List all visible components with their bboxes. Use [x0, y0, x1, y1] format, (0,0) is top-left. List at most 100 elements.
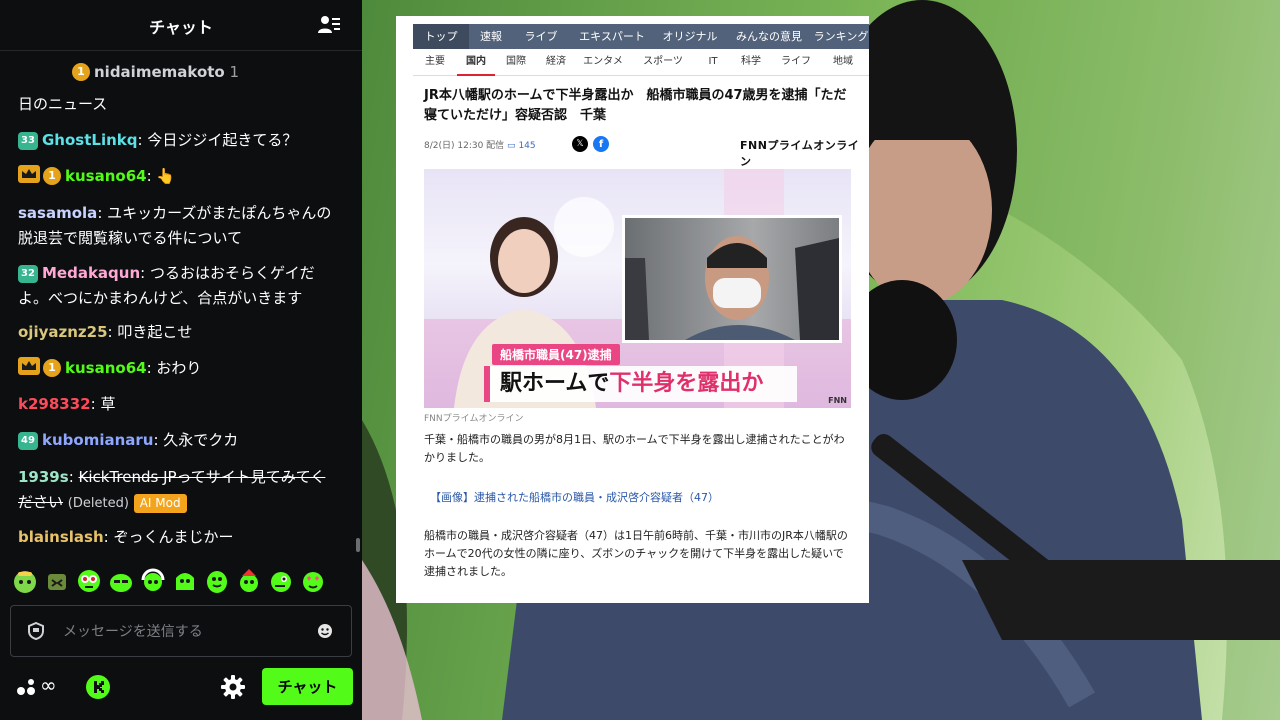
nav-tab-live[interactable]: ライブ — [513, 24, 569, 49]
nav-tab-expert[interactable]: エキスパート — [569, 24, 655, 49]
chat-username[interactable]: GhostLinkq — [42, 131, 138, 149]
chat-message: sasamola: ユキッカーズがまたぽんちゃんの脱退芸で閲覧稼いでる件について — [18, 204, 332, 247]
chat-bottom-bar: ∞ チャット — [0, 662, 362, 712]
crown-badge-icon — [18, 165, 40, 183]
nav-tab-breaking[interactable]: 速報 — [469, 24, 513, 49]
photo-caption-part-b: 下半身を露出か — [609, 371, 764, 396]
comment-icon[interactable]: ▭ — [507, 141, 516, 151]
category-economy[interactable]: 経済 — [537, 50, 575, 74]
emoji-icon[interactable] — [317, 623, 333, 639]
chat-text: 今日ジジイ起きてる？ — [147, 131, 298, 149]
chat-message: 49 kubomianaru: 久永でクカ — [18, 428, 340, 453]
kick-logo-icon[interactable] — [86, 675, 110, 699]
article-date: 8/2(日) 12:30 配信 — [424, 141, 505, 151]
nav-tab-ranking[interactable]: ランキング — [813, 24, 869, 49]
subscriber-badge: 49 — [18, 432, 38, 450]
chat-message: 1939s: KickTrends JPってサイト見てみてください (Delet… — [18, 468, 326, 513]
category-life[interactable]: ライフ — [771, 50, 821, 74]
chat-text: ぞっくんまじかー — [113, 528, 234, 546]
shield-icon[interactable] — [28, 622, 44, 640]
emote-2-icon[interactable] — [44, 568, 70, 594]
chat-panel: チャット 1 nidaimemakoto 1 日のニュース 33 GhostLink… — [0, 0, 362, 720]
gifter-badge: 1 — [43, 359, 61, 377]
chat-message: k298332: 草 — [18, 395, 116, 413]
article-headline[interactable]: JR本八幡駅のホームで下半身露出か 船橋市職員の47歳男を逮捕「ただ寝ていただけ… — [424, 86, 854, 126]
chat-message: 1 nidaimemakoto 1 — [72, 60, 394, 85]
nav-tab-top[interactable]: トップ — [413, 24, 469, 49]
gifter-badge: 1 — [72, 63, 90, 81]
category-domestic[interactable]: 国内 — [457, 50, 495, 76]
image-link[interactable]: 【画像】逮捕された船橋市の職員・成沢啓介容疑者（47） — [430, 489, 719, 505]
suspect-photo — [622, 215, 842, 343]
chat-username[interactable]: 1939s — [18, 468, 69, 486]
category-sports[interactable]: スポーツ — [631, 50, 695, 74]
article-meta: 8/2(日) 12:30 配信 ▭ 145 — [424, 138, 536, 154]
emote-1-icon[interactable] — [12, 568, 38, 594]
photo-caption-big: 駅ホームで下半身を露出か — [484, 366, 797, 402]
category-main[interactable]: 主要 — [413, 50, 457, 74]
photo-credit: FNNプライムオンライン — [424, 414, 524, 424]
article-photo[interactable]: 船橋市職員(47)逮捕 駅ホームで下半身を露出か FNN — [424, 169, 851, 408]
subscriber-badge: 32 — [18, 265, 38, 283]
chat-text: 久永でクカ — [163, 431, 239, 449]
deleted-label: (Deleted) — [67, 496, 129, 511]
gifter-badge: 1 — [43, 167, 61, 185]
category-region[interactable]: 地域 — [821, 50, 865, 74]
chat-text: おわり — [156, 359, 202, 377]
emote-10-icon[interactable] — [300, 568, 326, 594]
category-it[interactable]: IT — [695, 50, 731, 74]
emote-3-icon[interactable] — [76, 568, 102, 594]
emote-4-icon[interactable] — [108, 568, 134, 594]
emote-7-icon[interactable] — [204, 568, 230, 594]
send-chat-button[interactable]: チャット — [262, 668, 353, 705]
message-placeholder: メッセージを送信する — [63, 624, 203, 640]
crown-badge-icon — [18, 357, 40, 375]
article-paragraph: 船橋市の職員・成沢啓介容疑者（47）は1日午前6時前、千葉・市川市のJR本八幡駅… — [424, 529, 848, 578]
gift-count: 1 — [229, 63, 240, 81]
category-international[interactable]: 国際 — [495, 50, 537, 74]
chat-username[interactable]: ojiyaznz25 — [18, 323, 108, 341]
chat-username[interactable]: kusano64 — [65, 167, 147, 185]
facebook-share-icon[interactable]: f — [593, 136, 609, 152]
chat-username[interactable]: Medakaqun — [42, 264, 140, 282]
publisher-logo: FNNプライムオンライン — [740, 139, 860, 168]
nav-tab-original[interactable]: オリジナル — [655, 24, 725, 49]
subscriber-badge: 33 — [18, 132, 38, 150]
chat-message: 32 Medakaqun: つるおはおそらくゲイだよ。べつにかまわんけど、合点がい… — [18, 264, 315, 307]
chat-username[interactable]: kusano64 — [65, 359, 147, 377]
chat-text: 叩き起こせ — [117, 323, 193, 341]
chat-text: 草 — [100, 395, 116, 413]
chat-message: 1 kusano64: おわり — [18, 356, 340, 381]
photo-caption-small: 船橋市職員(47)逮捕 — [492, 344, 620, 365]
category-science[interactable]: 科学 — [731, 50, 771, 74]
comment-count[interactable]: 145 — [518, 141, 535, 151]
primary-nav: トップ 速報 ライブ エキスパート オリジナル みんなの意見 ランキング — [413, 24, 869, 49]
gear-icon[interactable] — [220, 674, 246, 700]
chat-message: 1 kusano64: 👆 — [18, 164, 340, 189]
article-paragraph: 千葉・船橋市の職員の男が8月1日、駅のホームで下半身を露出し逮捕されたことがわか… — [424, 433, 845, 464]
chat-input[interactable]: メッセージを送信する — [10, 605, 352, 657]
chat-username[interactable]: blainslash — [18, 528, 104, 546]
photo-watermark: FNN — [828, 396, 847, 405]
users-icon[interactable] — [318, 15, 340, 35]
emote-6-icon[interactable] — [172, 568, 198, 594]
category-entertainment[interactable]: エンタメ — [575, 50, 631, 74]
chat-username[interactable]: nidaimemakoto — [94, 63, 225, 81]
x-share-icon[interactable]: 𝕏 — [572, 136, 588, 152]
channel-points[interactable]: ∞ — [16, 673, 66, 698]
emote-8-icon[interactable] — [236, 568, 262, 594]
emote-9-icon[interactable] — [268, 568, 294, 594]
chat-header: チャット — [0, 0, 362, 51]
chat-text: 👆 — [156, 167, 176, 185]
chat-scrollbar[interactable] — [356, 538, 360, 552]
chat-username[interactable]: k298332 — [18, 395, 91, 413]
chat-message: blainslash: ぞっくんまじかー — [18, 528, 234, 546]
news-article-overlay: トップ 速報 ライブ エキスパート オリジナル みんなの意見 ランキング 主要 … — [396, 16, 869, 603]
emote-5-icon[interactable] — [140, 568, 166, 594]
chat-username[interactable]: kubomianaru — [42, 431, 153, 449]
chat-username[interactable]: sasamola — [18, 204, 97, 222]
points-icon — [17, 679, 35, 695]
points-value: ∞ — [40, 673, 57, 697]
photo-caption-part-a: 駅ホームで — [500, 371, 610, 396]
nav-tab-opinions[interactable]: みんなの意見 — [725, 24, 813, 49]
